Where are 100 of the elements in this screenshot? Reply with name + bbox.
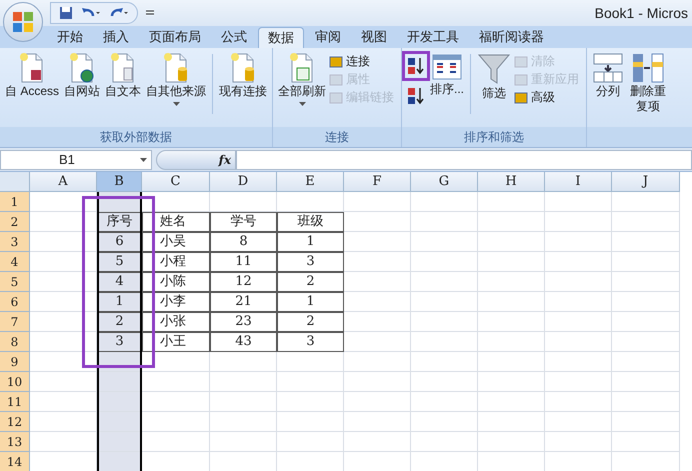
table-cell: 23	[210, 312, 277, 332]
column-header[interactable]: J	[612, 172, 680, 192]
ribbon-button[interactable]: 排序...	[428, 52, 466, 97]
customize-toolbar-icon[interactable]	[146, 9, 154, 17]
table-cell: 小李	[142, 292, 210, 312]
column-header[interactable]: G	[411, 172, 478, 192]
row-header[interactable]: 13	[0, 432, 30, 452]
grid-cell	[612, 332, 680, 352]
ribbon-tab[interactable]: 福昕阅读器	[470, 27, 553, 48]
row-header[interactable]: 10	[0, 372, 30, 392]
row-header[interactable]: 12	[0, 412, 30, 432]
grid-cell	[277, 192, 344, 212]
name-box[interactable]: B1	[0, 150, 152, 170]
column-header[interactable]: B	[97, 172, 142, 192]
row-header[interactable]: 5	[0, 272, 30, 292]
grid-cell	[612, 392, 680, 412]
grid-cell	[411, 432, 478, 452]
ribbon-tab[interactable]: 页面布局	[140, 27, 210, 48]
grid-cell	[30, 392, 97, 412]
grid-cell	[478, 352, 545, 372]
grid-cell	[478, 332, 545, 352]
grid-cell	[411, 372, 478, 392]
ribbon-tab[interactable]: 公式	[212, 27, 256, 48]
table-cell: 小程	[142, 252, 210, 272]
grid-cell	[545, 412, 612, 432]
grid-cell	[210, 192, 277, 212]
grid-cell	[612, 312, 680, 332]
grid-cell	[30, 352, 97, 372]
ribbon-tab[interactable]: 数据	[258, 27, 304, 48]
function-button[interactable]: fx	[156, 150, 236, 170]
grid-cell	[545, 312, 612, 332]
table-cell: 学号	[210, 212, 277, 232]
ribbon-button[interactable]: 筛选	[475, 52, 514, 101]
grid-cell	[142, 352, 210, 372]
ribbon-button[interactable]: 自其他来源	[144, 52, 208, 106]
grid-cell	[97, 372, 142, 392]
table-cell: 43	[210, 332, 277, 352]
row-header[interactable]: 9	[0, 352, 30, 372]
table-cell: 4	[97, 272, 142, 292]
column-header[interactable]: H	[478, 172, 545, 192]
row-header[interactable]: 14	[0, 452, 30, 471]
column-header[interactable]: D	[210, 172, 277, 192]
row-header[interactable]: 1	[0, 192, 30, 212]
ribbon-tab[interactable]: 视图	[352, 27, 396, 48]
ribbon-tab[interactable]: 开发工具	[398, 27, 468, 48]
table-cell: 3	[277, 252, 344, 272]
ribbon-tab[interactable]: 插入	[94, 27, 138, 48]
column-header[interactable]: C	[142, 172, 210, 192]
grid-cell	[97, 392, 142, 412]
row-header[interactable]: 11	[0, 392, 30, 412]
grid-cell	[277, 432, 344, 452]
office-logo-icon	[12, 11, 34, 33]
ribbon-button[interactable]: 全部刷新	[276, 52, 328, 106]
grid-cell	[612, 412, 680, 432]
ribbon-tab[interactable]: 开始	[48, 27, 92, 48]
grid-cell	[411, 332, 478, 352]
ribbon-button[interactable]: 现有连接	[217, 52, 270, 99]
table-cell: 2	[277, 312, 344, 332]
grid-cell	[478, 412, 545, 432]
grid-cell	[478, 312, 545, 332]
row-header[interactable]: 2	[0, 212, 30, 232]
column-header[interactable]: A	[30, 172, 97, 192]
save-icon[interactable]	[59, 6, 73, 20]
table-cell: 姓名	[142, 212, 210, 232]
grid-cell	[478, 432, 545, 452]
table-cell: 5	[97, 252, 142, 272]
row-header[interactable]: 3	[0, 232, 30, 252]
row-header[interactable]: 8	[0, 332, 30, 352]
formula-input[interactable]	[236, 150, 692, 170]
grid-cell	[612, 232, 680, 252]
grid-cell	[545, 212, 612, 232]
grid-cell	[142, 192, 210, 212]
column-header[interactable]: E	[277, 172, 344, 192]
ribbon-button[interactable]: 自文本	[103, 52, 144, 99]
ribbon-tab[interactable]: 审阅	[306, 27, 350, 48]
column-header[interactable]: F	[344, 172, 411, 192]
row-header[interactable]: 4	[0, 252, 30, 272]
ribbon-button[interactable]: 删除重复项	[627, 52, 670, 114]
table-cell: 班级	[277, 212, 344, 232]
row-header[interactable]: 6	[0, 292, 30, 312]
ribbon-button[interactable]: 自 Access	[3, 52, 62, 99]
grid-cell	[612, 272, 680, 292]
grid-cell	[344, 252, 411, 272]
grid-cell	[344, 212, 411, 232]
ribbon-button[interactable]: 分列	[590, 52, 626, 99]
table-cell: 21	[210, 292, 277, 312]
grid-cell	[30, 412, 97, 432]
table-cell: 8	[210, 232, 277, 252]
sort-ascending-button[interactable]	[405, 54, 428, 78]
ribbon-small-button[interactable]: 高级	[514, 90, 580, 105]
grid-cell	[545, 432, 612, 452]
ribbon-button[interactable]: 自网站	[62, 52, 102, 99]
column-header[interactable]: I	[545, 172, 612, 192]
grid-cell	[411, 232, 478, 252]
dropdown-caret-icon	[140, 158, 147, 162]
grid-cell	[612, 252, 680, 272]
ribbon-small-button[interactable]: 连接	[329, 54, 394, 69]
grid-cell	[411, 192, 478, 212]
row-header[interactable]: 7	[0, 312, 30, 332]
grid-cell	[411, 392, 478, 412]
